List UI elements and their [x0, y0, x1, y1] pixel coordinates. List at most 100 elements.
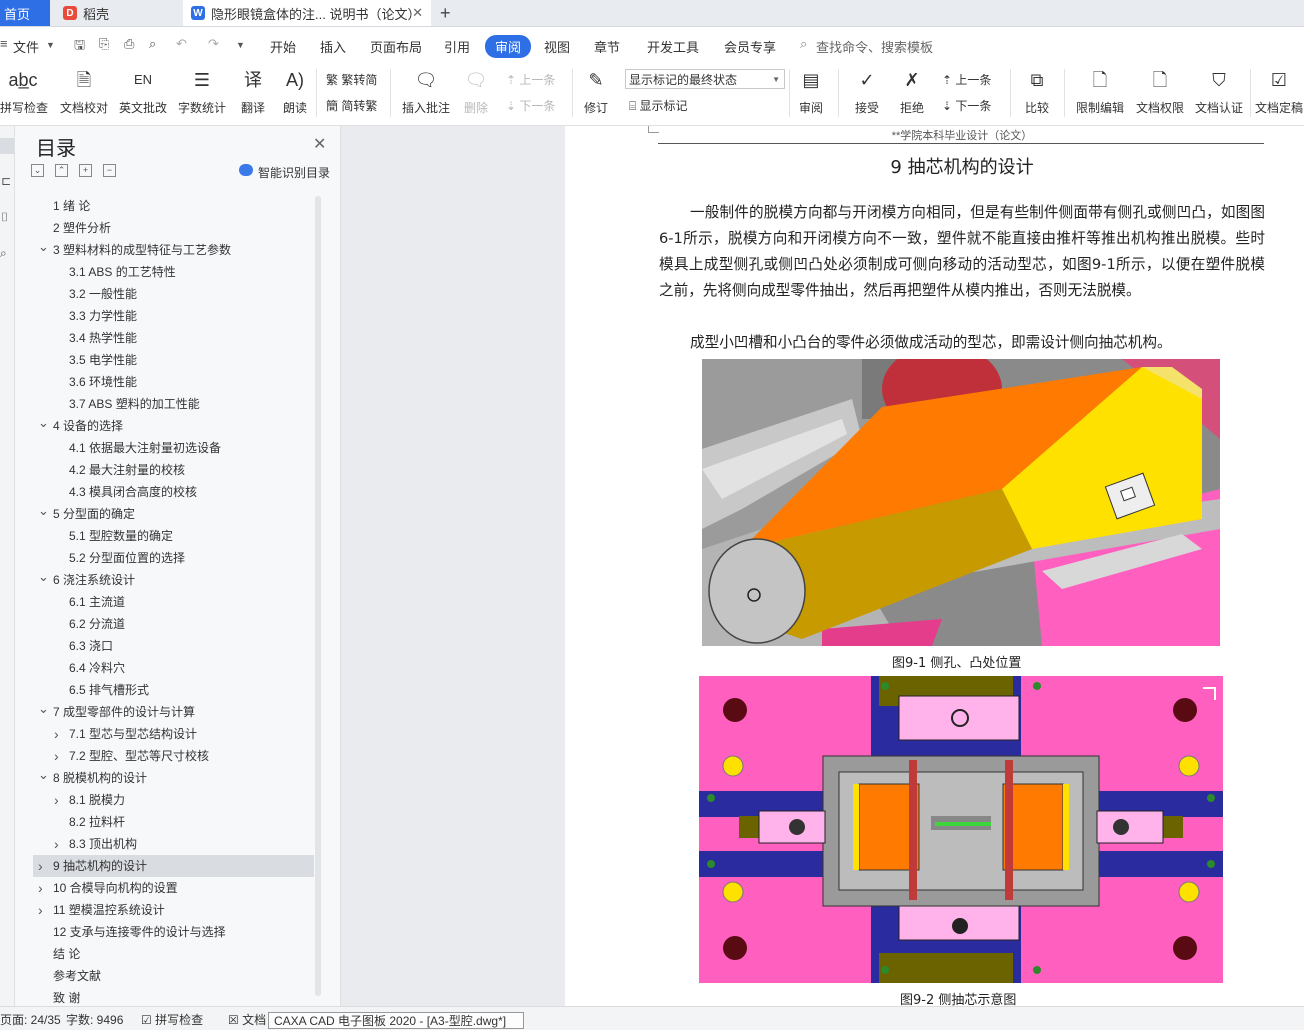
close-icon[interactable]: ✕ [412, 5, 423, 21]
read-aloud-button[interactable]: A) 朗读 [278, 67, 312, 116]
print-icon[interactable]: ⎙ [124, 36, 134, 52]
toc-item[interactable]: 6.2 分流道 [69, 615, 125, 633]
toc-item[interactable]: › 7.1 型芯与型芯结构设计 [54, 725, 197, 743]
menu-start[interactable]: 开始 [270, 37, 296, 56]
add-heading-icon[interactable]: + [79, 164, 92, 177]
toc-item[interactable]: ⌄ 3 塑料材料的成型特征与工艺参数 [38, 239, 231, 259]
word-count-indicator[interactable]: 字数: 9496 [66, 1011, 123, 1028]
menu-reference[interactable]: 引用 [444, 37, 470, 56]
menu-chapter[interactable]: 章节 [594, 37, 620, 56]
toc-item[interactable]: › 9 抽芯机构的设计 [38, 857, 147, 875]
chevron-down-icon[interactable]: ⌄ [38, 700, 49, 718]
menu-layout[interactable]: 页面布局 [370, 37, 422, 56]
accept-button[interactable]: ✓ 接受 [848, 67, 886, 116]
bookmark-icon[interactable]: ⌷ [1, 210, 8, 225]
toc-item[interactable]: 3.3 力学性能 [69, 307, 137, 325]
toc-item[interactable]: ⌄ 4 设备的选择 [38, 415, 123, 435]
collapse-all-icon[interactable]: ⌄ [31, 164, 44, 177]
toc-item[interactable]: 5.1 型腔数量的确定 [69, 527, 173, 545]
smart-toc-button[interactable]: 智能识别目录 [258, 164, 330, 181]
tab-document[interactable]: W 隐形眼镜盒体的注... 说明书（论文） ✕ [183, 0, 431, 26]
next-comment-button[interactable]: ⇣ 下一条 [506, 97, 555, 114]
delete-comment-button[interactable]: 🗨 删除 [458, 67, 494, 116]
next-change-button[interactable]: ⇣ 下一条 [942, 97, 991, 114]
doc-rights-button[interactable]: 🗋 文档权限 [1133, 67, 1187, 116]
toc-item[interactable]: 6.1 主流道 [69, 593, 125, 611]
search-icon[interactable]: ⌕ [0, 246, 7, 261]
close-icon[interactable]: ✕ [313, 134, 326, 154]
nav-scrollbar[interactable] [315, 196, 321, 996]
doc-certify-button[interactable]: ⛉ 文档认证 [1192, 67, 1246, 116]
review-pane-button[interactable]: ▤ 审阅 [794, 67, 828, 116]
restrict-edit-button[interactable]: 🗋 限制编辑 [1073, 67, 1127, 116]
toc-item[interactable]: 4.3 模具闭合高度的校核 [69, 483, 197, 501]
toc-item[interactable]: 结 论 [53, 945, 80, 963]
finalize-button[interactable]: ☑ 文档定稿 [1254, 67, 1304, 116]
chevron-down-icon[interactable]: ⌄ [38, 238, 49, 256]
undo-icon[interactable]: ↶ [176, 36, 187, 52]
command-search[interactable]: 查找命令、搜索模板 [816, 37, 933, 56]
simp-to-trad-button[interactable]: 簡 简转繁 [326, 97, 377, 114]
toc-item[interactable]: › 11 塑模温控系统设计 [38, 901, 165, 919]
chevron-right-icon[interactable]: › [38, 857, 43, 875]
toc-item[interactable]: ⌄ 8 脱模机构的设计 [38, 767, 147, 787]
print-preview-icon[interactable]: ⌕ [149, 36, 156, 52]
menu-review[interactable]: 审阅 [485, 35, 532, 58]
toc-item[interactable]: › 8.3 顶出机构 [54, 835, 137, 853]
english-correct-button[interactable]: EN 英文批改 [117, 67, 169, 116]
toc-item[interactable]: 8.2 拉料杆 [69, 813, 125, 831]
export-icon[interactable]: ⎘ [99, 36, 109, 52]
prev-change-button[interactable]: ⇡ 上一条 [942, 71, 991, 88]
toc-item[interactable]: 致 谢 [53, 989, 80, 1007]
word-count-button[interactable]: ☰ 字数统计 [176, 67, 228, 116]
toc-item[interactable]: › 10 合模导向机构的设置 [38, 879, 178, 897]
toc-panel-icon[interactable] [0, 138, 14, 154]
toc-item[interactable]: 3.7 ABS 塑料的加工性能 [69, 395, 200, 413]
prev-comment-button[interactable]: ⇡ 上一条 [506, 71, 555, 88]
toc-item[interactable]: 3.1 ABS 的工艺特性 [69, 263, 176, 281]
toc-item[interactable]: 3.2 一般性能 [69, 285, 137, 303]
toc-item[interactable]: 6.4 冷料穴 [69, 659, 125, 677]
chevron-down-icon[interactable]: ⌄ [38, 568, 49, 586]
hamburger-icon[interactable]: ≡ [0, 36, 8, 51]
tab-daoke[interactable]: D 稻壳 [53, 0, 179, 26]
toc-item[interactable]: 4.2 最大注射量的校核 [69, 461, 185, 479]
toc-item[interactable]: 3.5 电学性能 [69, 351, 137, 369]
trad-to-simp-button[interactable]: 繁 繁转简 [326, 71, 377, 88]
toc-item[interactable]: 6.5 排气槽形式 [69, 681, 149, 699]
menu-view[interactable]: 视图 [544, 37, 570, 56]
remove-heading-icon[interactable]: − [103, 164, 116, 177]
compare-button[interactable]: ⧉ 比较 [1018, 67, 1056, 116]
chevron-right-icon[interactable]: › [54, 791, 59, 809]
new-tab-button[interactable]: + [440, 0, 451, 26]
toc-item[interactable]: 5.2 分型面位置的选择 [69, 549, 185, 567]
customize-icon[interactable]: ▼ [236, 40, 245, 50]
chevron-right-icon[interactable]: › [54, 725, 59, 743]
proofread-button[interactable]: 🗎 文档校对 [58, 67, 110, 116]
chevron-down-icon[interactable]: ⌄ [38, 502, 49, 520]
toc-item[interactable]: 12 支承与连接零件的设计与选择 [53, 923, 226, 941]
spell-check-status[interactable]: ☑ 拼写检查 [141, 1011, 203, 1028]
toc-item[interactable]: 参考文献 [53, 967, 101, 985]
toc-item[interactable]: ⌄ 7 成型零部件的设计与计算 [38, 701, 195, 721]
thumbnail-icon[interactable]: ⊏ [1, 174, 11, 188]
toc-item[interactable]: ⌄ 5 分型面的确定 [38, 503, 135, 523]
markup-state-select[interactable]: 显示标记的最终状态 ▼ [625, 69, 785, 89]
expand-up-icon[interactable]: ⌃ [55, 164, 68, 177]
toc-item[interactable]: › 7.2 型腔、型芯等尺寸校核 [54, 747, 209, 765]
chevron-down-icon[interactable]: ⌄ [38, 414, 49, 432]
chevron-right-icon[interactable]: › [38, 901, 43, 919]
page-indicator[interactable]: 页面: 24/35 [0, 1011, 61, 1028]
tab-home[interactable]: 首页 [0, 0, 50, 26]
toc-item[interactable]: 2 塑件分析 [53, 219, 111, 237]
track-changes-button[interactable]: ✎ 修订 [578, 67, 614, 116]
menu-file[interactable]: 文件 [13, 37, 39, 56]
chevron-down-icon[interactable]: ⌄ [38, 766, 49, 784]
toc-item[interactable]: › 8.1 脱模力 [54, 791, 125, 809]
chevron-down-icon[interactable]: ▼ [46, 40, 55, 50]
show-markup-button[interactable]: ⌸ 显示标记 [629, 97, 688, 114]
insert-comment-button[interactable]: 🗨 插入批注 [398, 67, 454, 116]
toc-item[interactable]: 3.6 环境性能 [69, 373, 137, 391]
doc-check-status[interactable]: ☒ 文档 [228, 1011, 266, 1028]
toc-item[interactable]: ⌄ 6 浇注系统设计 [38, 569, 135, 589]
